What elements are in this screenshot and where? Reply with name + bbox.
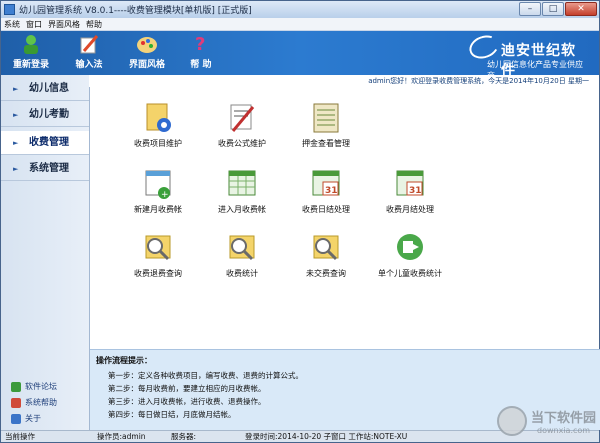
fee-refund-query[interactable]: 收费退费查询 <box>118 231 198 279</box>
sidebar: ► 幼儿信息 ► 幼儿考勤 ► 收费管理 ► 系统管理 软件论坛 系统帮助 关于 <box>1 75 89 430</box>
calendar-icon: 31 <box>393 167 427 201</box>
maximize-button[interactable]: □ <box>542 2 564 16</box>
monthly-settlement[interactable]: 31 收费月结处理 <box>370 167 450 215</box>
child-fee-statistics-label: 单个儿童收费统计 <box>378 269 442 278</box>
watermark-title: 当下软件园 <box>531 411 597 426</box>
fee-item-maintenance[interactable]: 收费项目维护 <box>118 101 198 149</box>
sidebar-item-child-info[interactable]: ► 幼儿信息 <box>1 77 89 101</box>
new-monthly-account-label: 新建月收费帐 <box>134 205 182 214</box>
input-method-button[interactable]: 输入法 <box>67 33 111 73</box>
sidebar-item-system-management[interactable]: ► 系统管理 <box>1 157 89 181</box>
status-login-time: 登录时间:2014-10-20 子窗口 工作站:NOTE-XU <box>245 432 408 441</box>
help-label: 帮 助 <box>190 60 212 70</box>
search-icon <box>141 231 175 265</box>
svg-text:31: 31 <box>409 186 422 196</box>
svg-text:+: + <box>161 190 169 200</box>
search-icon <box>309 231 343 265</box>
arrow-right-icon: ► <box>13 139 19 147</box>
sidebar-item-attendance[interactable]: ► 幼儿考勤 <box>1 103 89 127</box>
sidebar-item-fee-management[interactable]: ► 收费管理 <box>1 131 89 155</box>
formula-icon <box>225 101 259 135</box>
enter-monthly-account[interactable]: 进入月收费帐 <box>202 167 282 215</box>
svg-text:?: ? <box>195 34 205 55</box>
deposit-management[interactable]: 押金查看管理 <box>286 101 366 149</box>
sidebar-item-label: 收费管理 <box>29 137 69 148</box>
document-icon <box>141 101 175 135</box>
enter-monthly-account-label: 进入月收费帐 <box>218 205 266 214</box>
menu-system[interactable]: 系统 <box>4 19 20 30</box>
watermark: 当下软件园 downxia.com <box>497 404 597 442</box>
arrow-right-icon: ► <box>13 165 19 173</box>
input-method-label: 输入法 <box>75 60 103 70</box>
unpaid-query-label: 未交费查询 <box>306 269 346 278</box>
forum-link[interactable]: 软件论坛 <box>11 381 57 392</box>
new-monthly-account[interactable]: + 新建月收费帐 <box>118 167 198 215</box>
daily-settlement-label: 收费日结处理 <box>302 205 350 214</box>
search-icon <box>225 231 259 265</box>
ledger-icon <box>309 101 343 135</box>
ui-style-button[interactable]: 界面风格 <box>125 33 169 73</box>
new-account-icon: + <box>141 167 175 201</box>
app-icon <box>4 4 15 15</box>
tips-step-1: 第一步：定义各种收费项目，编写收费、退费的计算公式。 <box>108 371 303 380</box>
brand-logo: 迪安世纪软件 幼儿园信息化产品专业供应商 <box>466 31 585 80</box>
window-title: 幼儿园管理系统 V8.0.1----收费管理模块[单机版] [正式版] <box>19 6 252 16</box>
system-help-icon <box>11 397 21 408</box>
arrow-right-icon: ► <box>13 111 19 119</box>
close-button[interactable]: ✕ <box>565 2 597 16</box>
fee-statistics-label: 收费统计 <box>226 269 258 278</box>
monthly-settlement-label: 收费月结处理 <box>386 205 434 214</box>
tips-title: 操作流程提示： <box>96 356 152 365</box>
sidebar-item-label: 系统管理 <box>29 163 69 174</box>
svg-text:31: 31 <box>325 186 338 196</box>
fee-refund-query-label: 收费退费查询 <box>134 269 182 278</box>
app-window: 幼儿园管理系统 V8.0.1----收费管理模块[单机版] [正式版] – □ … <box>0 0 600 443</box>
watermark-url: downxia.com <box>537 426 591 435</box>
spreadsheet-icon <box>225 167 259 201</box>
about-label: 关于 <box>25 414 41 423</box>
input-method-icon <box>78 33 100 55</box>
watermark-logo-icon <box>497 406 527 436</box>
ui-style-icon <box>136 33 158 55</box>
brand-swirl-icon <box>466 31 502 63</box>
fee-formula-maintenance-label: 收费公式维护 <box>218 139 266 148</box>
toolbar-banner: 重新登录 输入法 界面风格 ? 帮 助 迪安世纪软件 幼儿园信息化产品专业供应商 <box>1 31 599 80</box>
system-help-link[interactable]: 系统帮助 <box>11 397 57 408</box>
unpaid-query[interactable]: 未交费查询 <box>286 231 366 279</box>
minimize-button[interactable]: – <box>519 2 541 16</box>
ui-style-label: 界面风格 <box>128 60 165 70</box>
welcome-bar: admin您好！欢迎登录收费管理系统，今天是2014年10月20日 星期一 <box>89 75 599 87</box>
sidebar-item-label: 幼儿考勤 <box>29 109 69 120</box>
export-icon <box>393 231 427 265</box>
forum-icon <box>11 381 21 392</box>
daily-settlement[interactable]: 31 收费日结处理 <box>286 167 366 215</box>
about-link[interactable]: 关于 <box>11 413 41 424</box>
system-help-label: 系统帮助 <box>25 398 57 407</box>
fee-formula-maintenance[interactable]: 收费公式维护 <box>202 101 282 149</box>
menu-bar: 系统 窗口 界面风格 帮助 <box>1 18 599 31</box>
forum-label: 软件论坛 <box>25 382 57 391</box>
fee-item-maintenance-label: 收费项目维护 <box>134 139 182 148</box>
main-panel: 收费项目维护 收费公式维护 押金查看管理 + 新建月收费帐 进入月收费帐 31 … <box>89 87 600 430</box>
calendar-icon: 31 <box>309 167 343 201</box>
help-button[interactable]: ? 帮 助 <box>179 33 223 73</box>
child-fee-statistics[interactable]: 单个儿童收费统计 <box>370 231 450 279</box>
relogin-button[interactable]: 重新登录 <box>9 33 53 73</box>
menu-help[interactable]: 帮助 <box>86 19 102 30</box>
title-bar: 幼儿园管理系统 V8.0.1----收费管理模块[单机版] [正式版] – □ … <box>1 1 599 18</box>
sidebar-item-label: 幼儿信息 <box>29 83 69 94</box>
status-operator: 操作员:admin <box>97 432 146 441</box>
arrow-right-icon: ► <box>13 85 19 93</box>
status-server: 服务器: <box>171 432 197 441</box>
fee-statistics[interactable]: 收费统计 <box>202 231 282 279</box>
about-icon <box>11 413 21 424</box>
status-current-op: 当前操作 <box>5 432 35 441</box>
deposit-management-label: 押金查看管理 <box>302 139 350 148</box>
menu-window[interactable]: 窗口 <box>26 19 42 30</box>
relogin-label: 重新登录 <box>12 60 49 70</box>
tips-step-2: 第二步：每月收费前，要建立相应的月收费帐。 <box>108 384 266 393</box>
menu-ui-style[interactable]: 界面风格 <box>48 19 80 30</box>
re-login-icon <box>20 33 42 55</box>
help-icon: ? <box>190 33 212 55</box>
